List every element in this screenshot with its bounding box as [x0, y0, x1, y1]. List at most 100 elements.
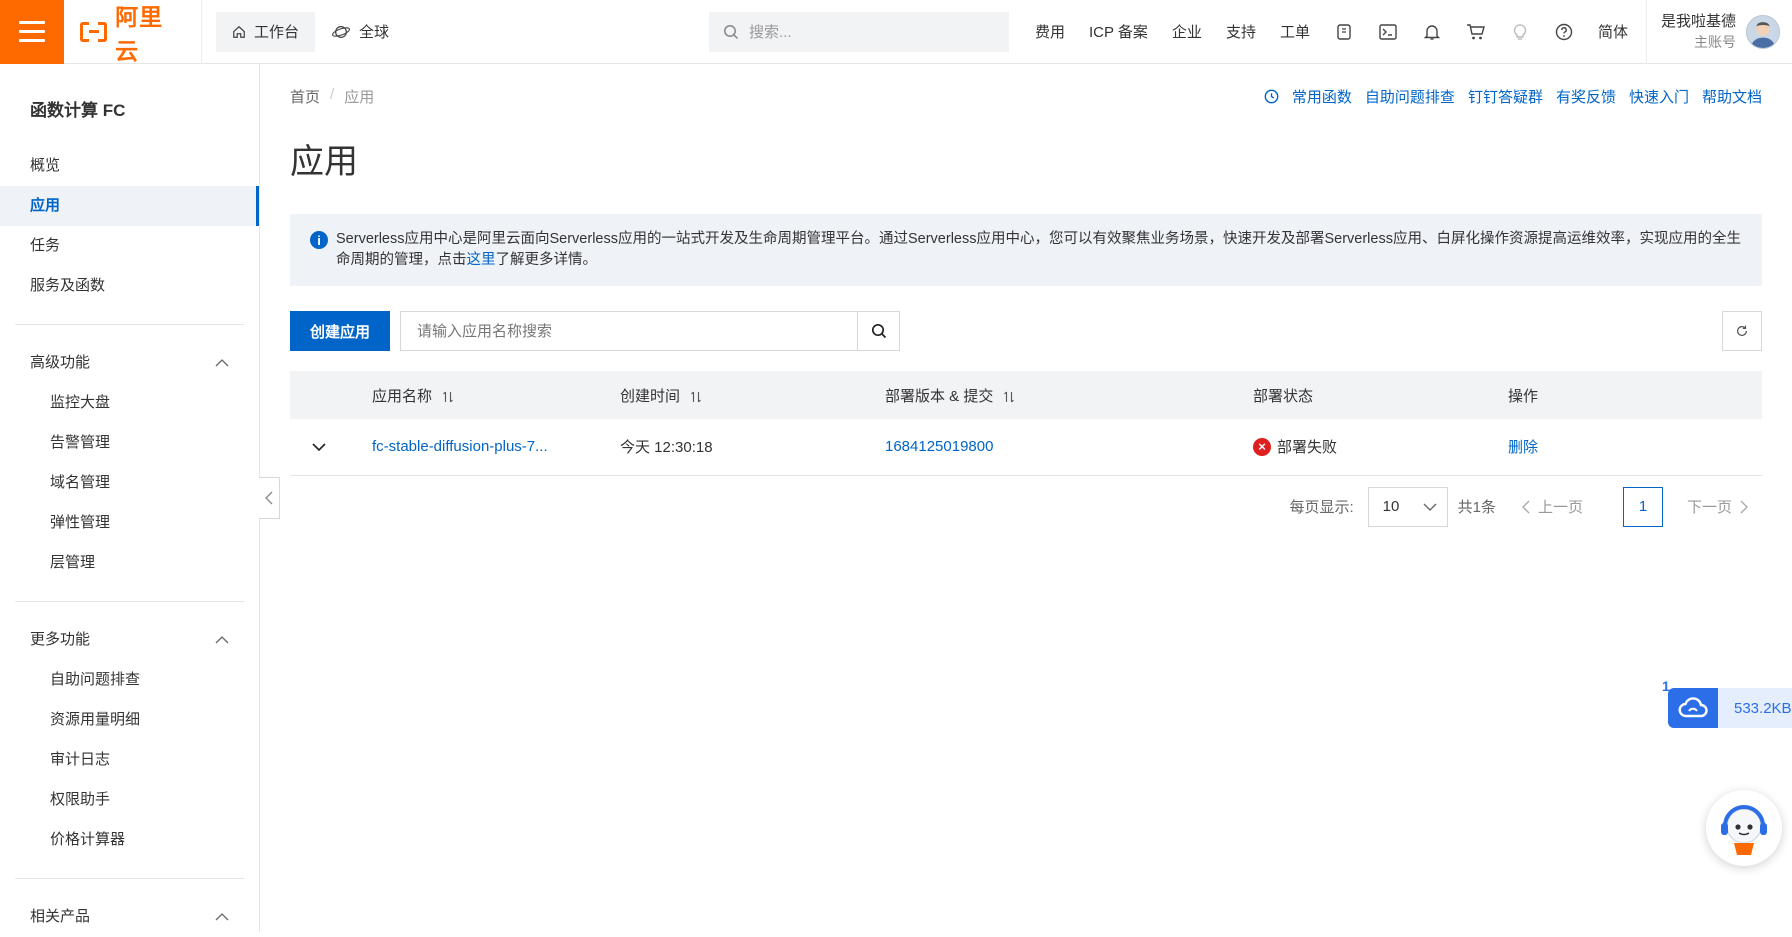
top-link-support[interactable]: 支持 — [1214, 21, 1268, 42]
sidebar-item-resource-usage[interactable]: 资源用量明细 — [0, 700, 259, 740]
assistant-bot-button[interactable] — [1706, 790, 1782, 866]
sidebar-item-monitor-dashboard[interactable]: 监控大盘 — [0, 383, 259, 423]
info-icon: i — [310, 231, 328, 249]
help-link-common-functions[interactable]: 常用函数 — [1292, 86, 1352, 107]
info-notice: i Serverless应用中心是阿里云面向Serverless应用的一站式开发… — [290, 214, 1762, 286]
sidebar-item-layer-management[interactable]: 层管理 — [0, 543, 259, 583]
top-link-ticket[interactable]: 工单 — [1268, 21, 1322, 42]
global-region-button[interactable]: 全球 — [315, 12, 405, 52]
refresh-button[interactable] — [1722, 311, 1762, 351]
help-link-quick-start[interactable]: 快速入门 — [1629, 86, 1689, 107]
page-title: 应用 — [290, 143, 358, 181]
top-link-enterprise[interactable]: 企业 — [1160, 21, 1214, 42]
column-header-name[interactable]: 应用名称 — [372, 371, 620, 419]
chevron-down-icon — [312, 443, 326, 452]
sidebar-item-audit-log[interactable]: 审计日志 — [0, 740, 259, 780]
user-name: 是我啦基德 — [1660, 12, 1736, 30]
column-header-label: 创建时间 — [620, 387, 681, 405]
sidebar-item-domain-management[interactable]: 域名管理 — [0, 463, 259, 503]
top-link-icp[interactable]: ICP 备案 — [1077, 21, 1160, 42]
mobile-app-icon[interactable] — [1322, 0, 1366, 64]
help-icon[interactable] — [1542, 0, 1586, 64]
app-search-button[interactable] — [857, 312, 899, 350]
download-size: 533.2KB — [1734, 699, 1792, 717]
global-label: 全球 — [359, 24, 390, 41]
user-info: 是我啦基德 主账号 — [1661, 12, 1736, 52]
page-size-select[interactable]: 10 — [1367, 486, 1448, 527]
column-header-status: 部署状态 — [1253, 371, 1508, 419]
user-menu[interactable]: 是我啦基德 主账号 — [1645, 0, 1792, 64]
app-name-link[interactable]: fc-stable-diffusion-plus-7... — [372, 438, 548, 455]
next-page-label: 下一页 — [1686, 499, 1732, 516]
bell-icon[interactable] — [1410, 0, 1454, 64]
download-count-badge: 1 — [1662, 678, 1670, 694]
sidebar-group-more[interactable]: 更多功能 — [0, 620, 259, 660]
expand-cell[interactable] — [290, 419, 372, 476]
terminal-icon[interactable] — [1366, 0, 1410, 64]
notice-learn-more-link[interactable]: 这里 — [467, 252, 496, 268]
download-widget[interactable]: 1 533.2KB — [1662, 678, 1792, 728]
applications-table: 应用名称 创建时间 部署版本 & 提交 部署状态 操作 fc-stable-di… — [290, 371, 1762, 476]
column-header-label: 操作 — [1508, 387, 1539, 405]
create-application-button[interactable]: 创建应用 — [290, 311, 391, 351]
breadcrumb-home[interactable]: 首页 — [290, 86, 320, 107]
page-size-value: 10 — [1382, 498, 1400, 515]
chevron-up-icon — [215, 359, 229, 367]
column-header-version[interactable]: 部署版本 & 提交 — [885, 371, 1253, 419]
sidebar-item-applications[interactable]: 应用 — [0, 186, 259, 226]
global-search-input[interactable]: 搜索... — [709, 11, 1009, 52]
help-link-feedback[interactable]: 有奖反馈 — [1556, 86, 1616, 107]
language-switch[interactable]: 简体 — [1586, 21, 1640, 42]
breadcrumb-separator: / — [330, 85, 335, 103]
search-icon — [724, 24, 739, 39]
sidebar-item-elastic-management[interactable]: 弹性管理 — [0, 503, 259, 543]
column-header-actions: 操作 — [1508, 371, 1762, 419]
sidebar-collapse-button[interactable] — [259, 477, 280, 519]
sidebar-item-alert-management[interactable]: 告警管理 — [0, 423, 259, 463]
sidebar-item-overview[interactable]: 概览 — [0, 146, 259, 186]
sidebar-item-services-functions[interactable]: 服务及函数 — [0, 266, 259, 306]
column-header-created[interactable]: 创建时间 — [620, 371, 885, 419]
cart-icon[interactable] — [1454, 0, 1498, 64]
prev-page-button[interactable]: 上一页 — [1521, 496, 1583, 517]
workbench-label: 工作台 — [254, 24, 300, 41]
breadcrumb-row: 首页 / 应用 常用函数 自助问题排查 钉钉答疑群 有奖反馈 快速入门 帮助文档 — [290, 64, 1762, 128]
help-links: 常用函数 自助问题排查 钉钉答疑群 有奖反馈 快速入门 帮助文档 — [1264, 86, 1762, 107]
globe-orbit-icon — [332, 25, 350, 38]
sidebar-item-self-diagnosis[interactable]: 自助问题排查 — [0, 660, 259, 700]
aliyun-logo[interactable]: 阿里云 — [64, 0, 202, 64]
help-link-docs[interactable]: 帮助文档 — [1702, 86, 1762, 107]
sidebar-item-tasks[interactable]: 任务 — [0, 226, 259, 266]
column-header-label: 部署版本 & 提交 — [885, 387, 994, 405]
sidebar-group-advanced[interactable]: 高级功能 — [0, 343, 259, 383]
avatar — [1746, 14, 1780, 49]
chevron-down-icon — [1423, 503, 1437, 511]
help-link-self-diagnosis[interactable]: 自助问题排查 — [1365, 86, 1455, 107]
user-role: 主账号 — [1694, 33, 1736, 50]
top-link-billing[interactable]: 费用 — [1023, 21, 1077, 42]
menu-button[interactable] — [0, 0, 64, 64]
page-number-current[interactable]: 1 — [1622, 486, 1663, 527]
next-page-button[interactable]: 下一页 — [1687, 496, 1748, 517]
sidebar-item-permission-helper[interactable]: 权限助手 — [0, 780, 259, 820]
lightbulb-icon[interactable] — [1498, 0, 1542, 64]
workbench-button[interactable]: 工作台 — [216, 11, 316, 52]
chevron-left-icon — [1521, 500, 1530, 513]
search-icon — [871, 323, 886, 339]
home-icon — [233, 25, 245, 38]
sidebar: 函数计算 FC 概览 应用 任务 服务及函数 高级功能 监控大盘 告警管理 域名… — [0, 64, 260, 932]
app-version-link[interactable]: 1684125019800 — [885, 438, 993, 455]
sidebar-title: 函数计算 FC — [30, 101, 126, 120]
menu-icon-line — [19, 30, 45, 33]
column-header-label: 部署状态 — [1253, 387, 1314, 405]
delete-app-link[interactable]: 删除 — [1508, 439, 1538, 456]
sidebar-group-related-products[interactable]: 相关产品 — [0, 897, 259, 937]
logo-text: 阿里云 — [115, 3, 164, 64]
chevron-up-icon — [215, 636, 229, 644]
help-link-dingtalk-group[interactable]: 钉钉答疑群 — [1468, 86, 1543, 107]
app-search-input[interactable] — [401, 312, 858, 350]
sidebar-item-price-calculator[interactable]: 价格计算器 — [0, 820, 259, 860]
breadcrumb-current: 应用 — [344, 88, 375, 106]
page-size-label: 每页显示: — [1289, 499, 1354, 516]
menu-icon-line — [19, 21, 45, 24]
